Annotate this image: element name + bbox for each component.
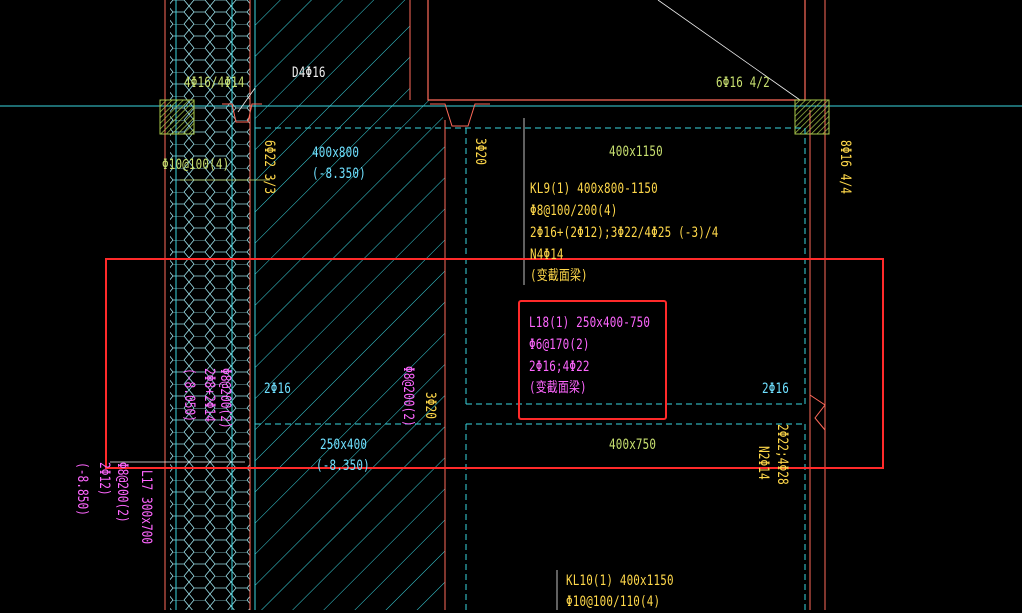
column [159,99,195,135]
vertical-rebar-label: 6Φ22 3/3 [261,140,277,194]
vertical-rebar-label: 2Φ8+2Φ14 [201,368,217,422]
beam-size-label: 400x750 [609,437,657,453]
vertical-rebar-label: N2Φ14 [755,446,771,480]
rebar-label: N4Φ14 [530,247,564,263]
beam-note: (变截面梁) [529,380,587,396]
beam-notch [809,394,826,431]
vertical-rebar-label: 2Φ12) [96,462,112,496]
rebar-label: 2Φ16;4Φ22 [529,359,590,375]
rebar-label: 2Φ16 [264,381,291,397]
vertical-rebar-label: 8Φ16 4/4 [837,140,853,194]
vertical-stirrup-label: Φ8@200(2) [114,462,130,523]
vertical-rebar-label: 3Φ20 [422,392,438,419]
beam-size-label: 250x400 [320,437,368,453]
rebar-label: 6Φ16 4/2 [716,75,770,91]
vertical-rebar-label: 3Φ20 [472,138,488,165]
beam-note: (变截面梁) [530,268,588,284]
beam-title: KL9(1) 400x800-1150 [530,181,658,197]
beam-elevation-label: (-8.350) [316,458,370,474]
vertical-elevation-label: (-8.050) [181,368,197,422]
beam-title: L18(1) 250x400-750 [529,315,651,331]
beam-title: KL10(1) 400x1150 [566,573,674,589]
beam-elevation-label: (-8.350) [312,166,366,182]
vertical-beam-title: L17 300x700 [138,470,154,545]
rebar-label: 2Φ16 [762,381,789,397]
vertical-stirrup-label: Φ8@200(2) [217,368,233,429]
column [794,99,830,135]
stirrup-label: Φ6@170(2) [529,337,590,353]
stirrup-label: Φ8@100/200(4) [530,203,618,219]
beam-size-label: 400x800 [312,145,360,161]
vertical-stirrup-label: Φ8@200(2) [400,366,416,427]
hatched-slab [255,0,445,610]
beam-size-label: 400x1150 [609,144,663,160]
vertical-rebar-label: 2Φ22;4Φ28 [774,424,790,485]
rebar-label: 2Φ16+(2Φ12);3Φ22/4Φ25 (-3)/4 [530,225,719,241]
vertical-elevation-label: (-8.850) [74,462,90,516]
rebar-label: 4Φ16/4Φ14 [184,75,245,91]
stirrup-label: Φ10@100(4) [162,157,230,173]
rebar-label: D4Φ16 [292,65,326,81]
